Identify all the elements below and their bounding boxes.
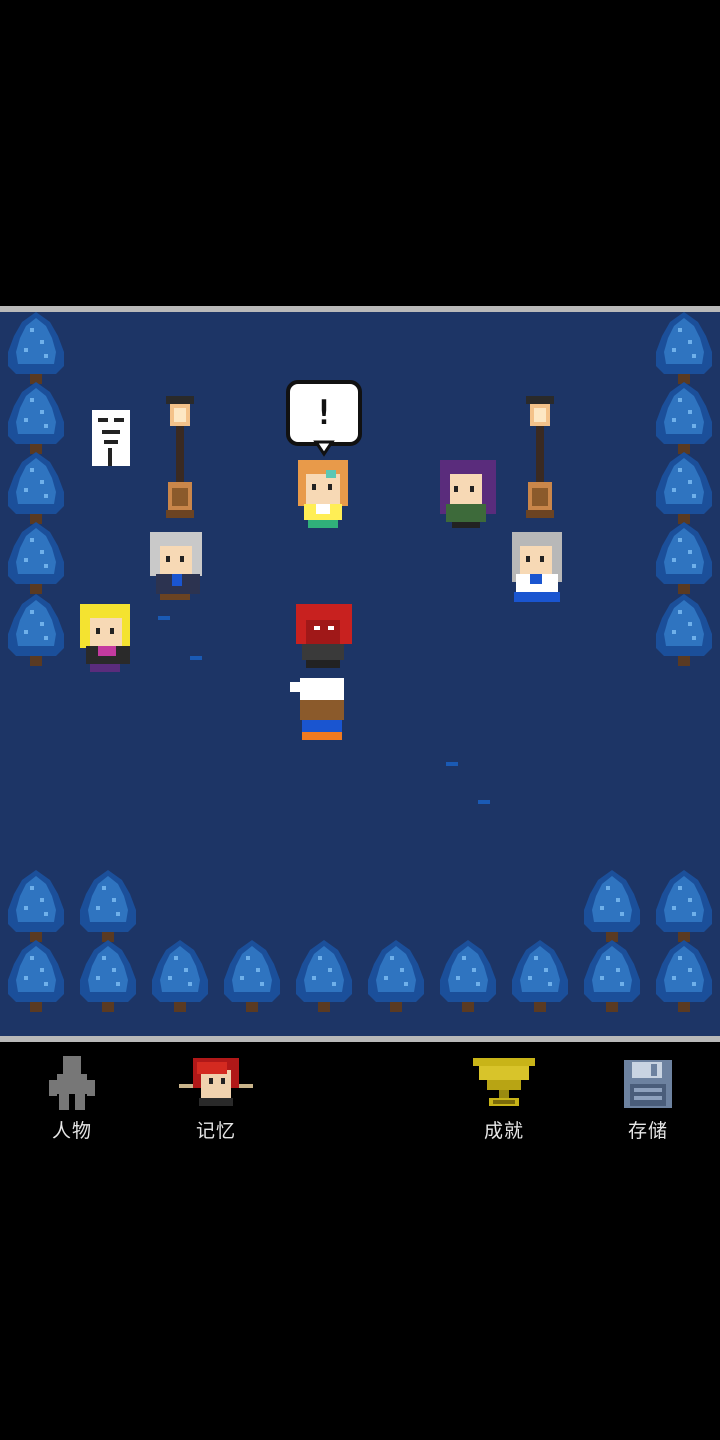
menu-bar: 人物 记忆 成就 存储 bbox=[0, 1046, 720, 1146]
game-viewport[interactable]: ! bbox=[0, 306, 720, 1042]
npc-silver-hair-girl[interactable] bbox=[512, 532, 562, 602]
npc-silver-hair-boy[interactable] bbox=[150, 532, 202, 600]
memories-label: 记忆 bbox=[195, 1120, 236, 1142]
save-label: 存储 bbox=[627, 1120, 668, 1142]
characters-button[interactable]: 人物 bbox=[17, 1046, 127, 1146]
speech-bubble: ! bbox=[286, 380, 362, 457]
speech-bubble-text: ! bbox=[314, 393, 334, 433]
achievements-label: 成就 bbox=[483, 1120, 524, 1142]
ghost-sprite[interactable] bbox=[92, 410, 130, 466]
map-bottom-border bbox=[0, 1036, 720, 1042]
npc-red-hair-character[interactable] bbox=[296, 604, 352, 668]
characters-label: 人物 bbox=[51, 1120, 92, 1142]
red-hair-portrait-icon bbox=[179, 1058, 253, 1106]
map-top-border bbox=[0, 306, 720, 312]
person-silhouette-icon bbox=[49, 1056, 95, 1110]
floppy-disk-icon bbox=[624, 1060, 672, 1108]
memories-button[interactable]: 记忆 bbox=[161, 1046, 271, 1146]
game-map[interactable]: ! bbox=[0, 306, 720, 1042]
trophy-icon bbox=[473, 1058, 535, 1106]
save-button[interactable]: 存储 bbox=[593, 1046, 703, 1146]
achievements-button[interactable]: 成就 bbox=[449, 1046, 559, 1146]
npc-blonde-boy[interactable] bbox=[80, 604, 130, 672]
npc-orange-hair-girl[interactable] bbox=[298, 460, 348, 528]
